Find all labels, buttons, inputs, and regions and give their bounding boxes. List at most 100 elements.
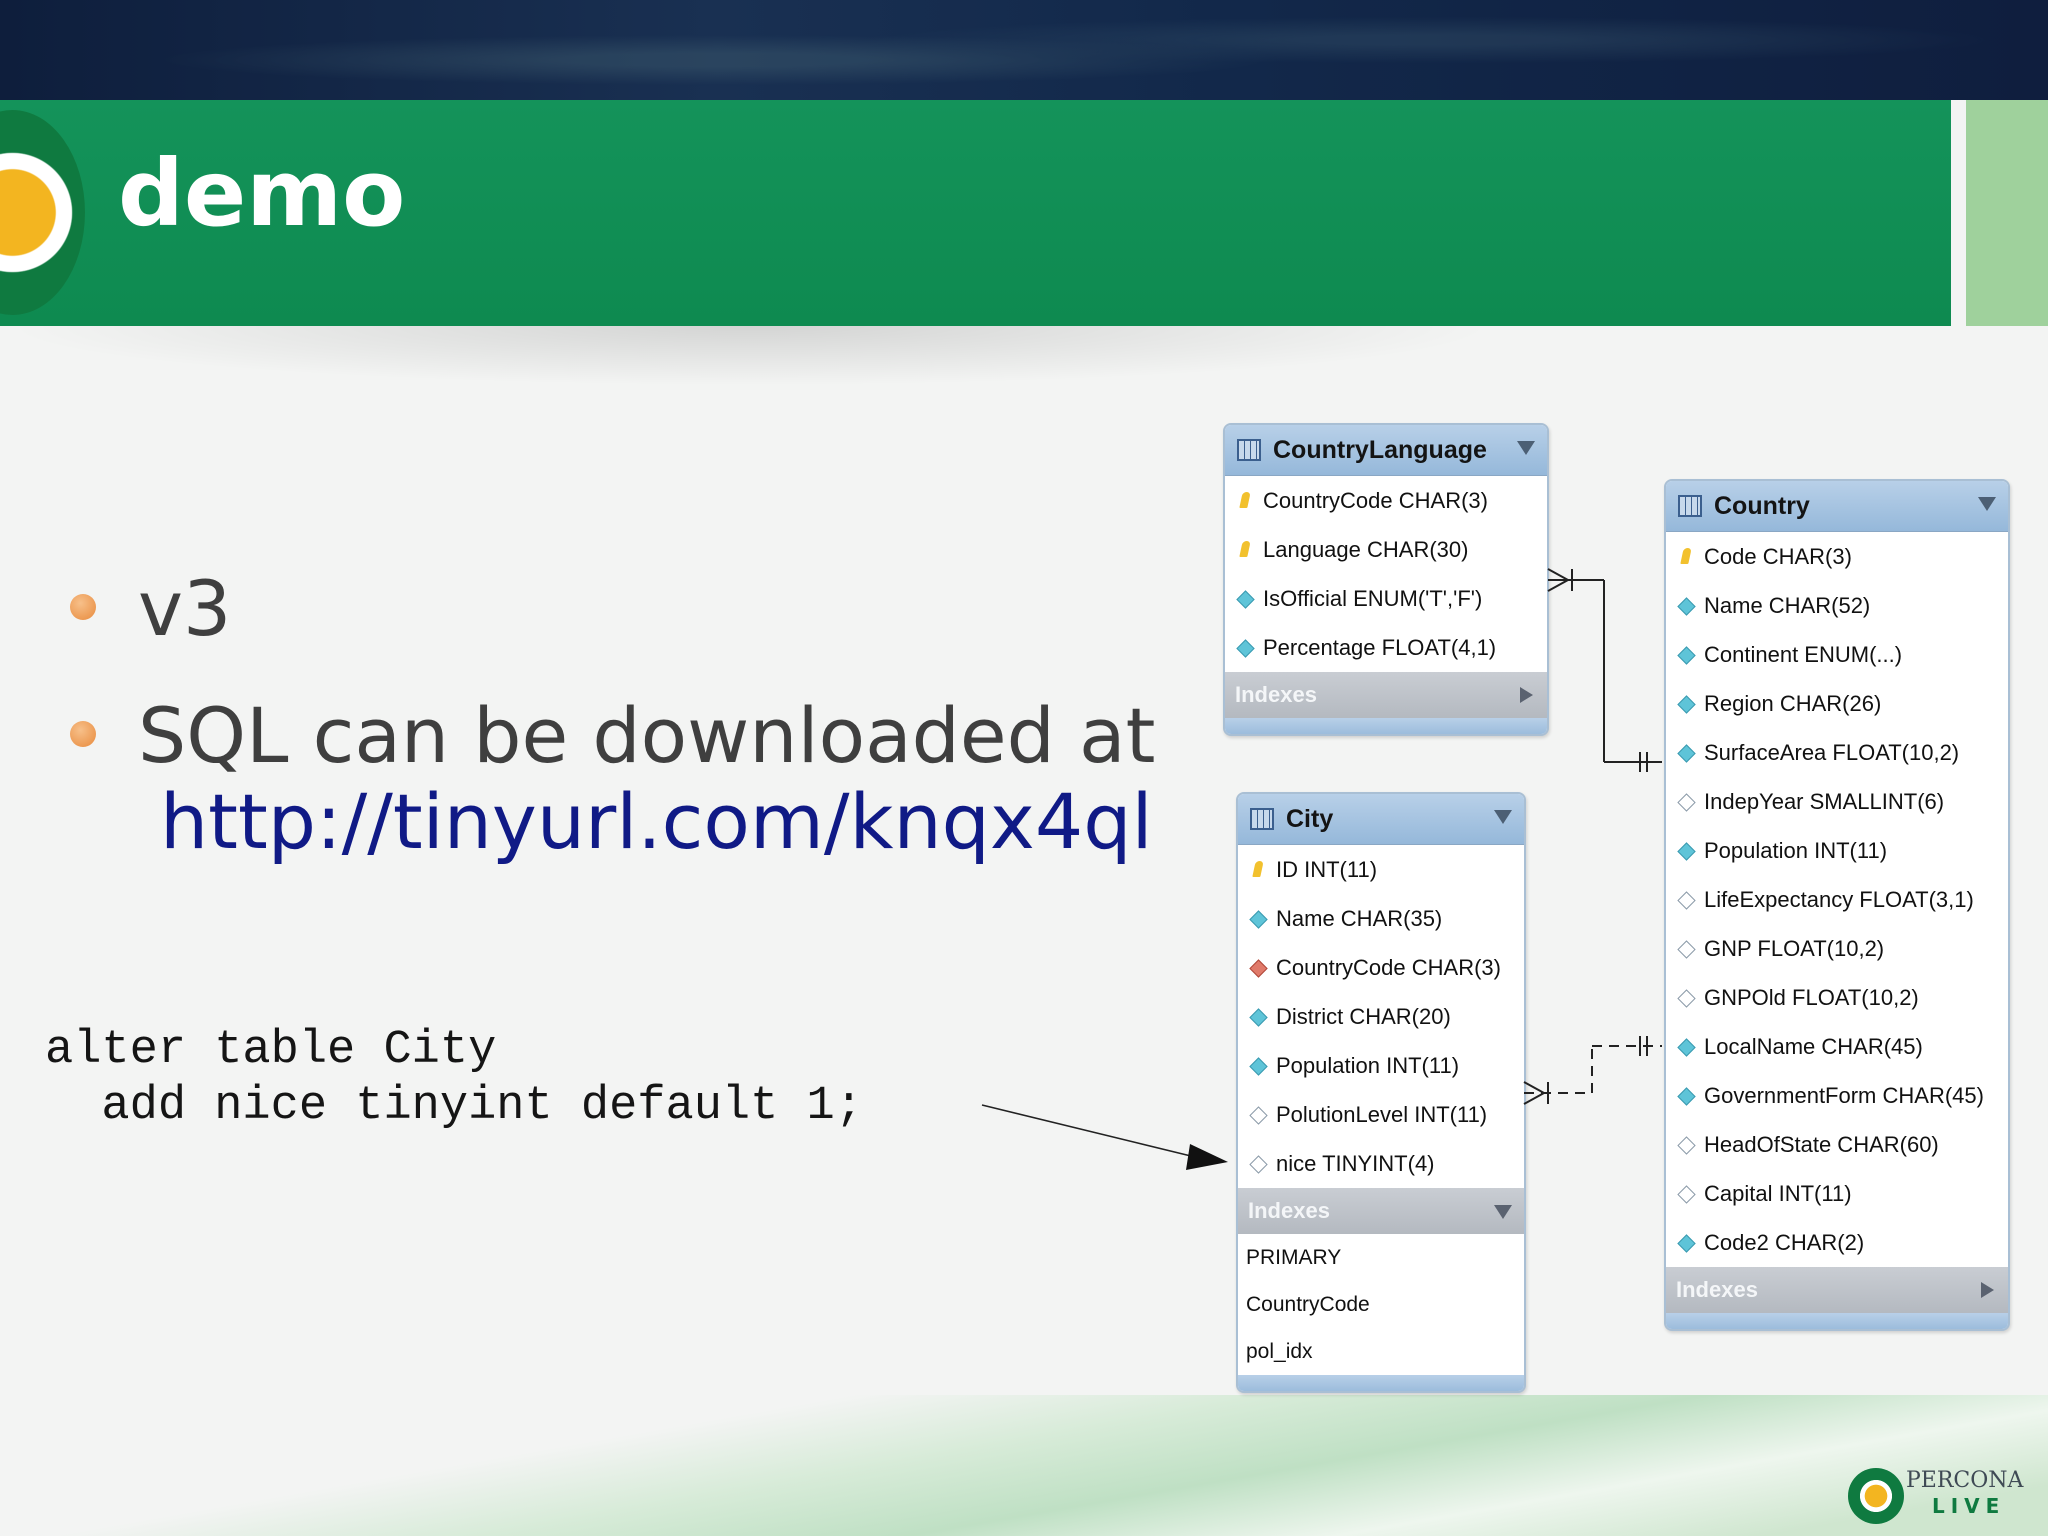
table-icon	[1678, 495, 1702, 517]
table-header[interactable]: Country	[1666, 481, 2008, 532]
table-city[interactable]: City ID INT(11) Name CHAR(35) CountryCode …	[1236, 792, 1526, 1393]
collapse-arrow-icon[interactable]	[1517, 441, 1535, 455]
nullable-column-icon	[1676, 936, 1696, 962]
collapse-arrow-icon[interactable]	[1494, 810, 1512, 824]
column-row[interactable]: Continent ENUM(...)	[1666, 630, 2008, 679]
column-icon	[1235, 586, 1255, 612]
indexes-section[interactable]: Indexes	[1225, 672, 1547, 718]
column-label: CountryCode CHAR(3)	[1276, 954, 1501, 980]
column-row[interactable]: Name CHAR(52)	[1666, 581, 2008, 630]
table-country[interactable]: Country Code CHAR(3) Name CHAR(52) Contine…	[1664, 479, 2010, 1331]
column-row[interactable]: nice TINYINT(4)	[1238, 1139, 1524, 1188]
index-row[interactable]: pol_idx	[1238, 1328, 1524, 1375]
column-icon	[1676, 1230, 1696, 1256]
column-row[interactable]: CountryCode CHAR(3)	[1238, 943, 1524, 992]
relationship-city-country	[1523, 1036, 1662, 1105]
foreign-key-icon	[1248, 955, 1268, 981]
column-label: Population INT(11)	[1704, 837, 1888, 863]
column-icon	[1676, 593, 1696, 619]
percona-live-logo-icon	[1848, 1468, 1904, 1524]
column-row[interactable]: PolutionLevel INT(11)	[1238, 1090, 1524, 1139]
column-label: Continent ENUM(...)	[1704, 641, 1903, 667]
column-label: PolutionLevel INT(11)	[1276, 1101, 1488, 1127]
primary-key-icon	[1235, 537, 1255, 563]
column-icon	[1248, 1053, 1268, 1079]
column-row[interactable]: Region CHAR(26)	[1666, 679, 2008, 728]
column-row[interactable]: Population INT(11)	[1238, 1041, 1524, 1090]
column-row[interactable]: Population INT(11)	[1666, 826, 2008, 875]
header-background	[0, 0, 2048, 100]
collapse-arrow-icon[interactable]	[1978, 497, 1996, 511]
table-countrylanguage[interactable]: CountryLanguage CountryCode CHAR(3) Langu…	[1223, 423, 1549, 736]
column-icon	[1676, 691, 1696, 717]
column-row[interactable]: GovernmentForm CHAR(45)	[1666, 1071, 2008, 1120]
column-icon	[1676, 838, 1696, 864]
column-row[interactable]: LifeExpectancy FLOAT(3,1)	[1666, 875, 2008, 924]
column-row[interactable]: Capital INT(11)	[1666, 1169, 2008, 1218]
column-row[interactable]: ID INT(11)	[1238, 845, 1524, 894]
table-footer	[1238, 1375, 1524, 1391]
column-label: IsOfficial ENUM('T','F')	[1263, 585, 1483, 611]
column-row[interactable]: GNPOld FLOAT(10,2)	[1666, 973, 2008, 1022]
column-row[interactable]: IsOfficial ENUM('T','F')	[1225, 574, 1547, 623]
table-footer	[1666, 1313, 2008, 1329]
indexes-section[interactable]: Indexes	[1666, 1267, 2008, 1313]
relationship-countrylanguage-country	[1547, 568, 1662, 772]
column-label: GovernmentForm CHAR(45)	[1704, 1082, 1984, 1108]
sql-code-line: add nice tinyint default 1;	[45, 1080, 863, 1133]
column-row[interactable]: Code2 CHAR(2)	[1666, 1218, 2008, 1267]
brand-subtitle: LIVE	[1932, 1494, 2006, 1518]
column-label: IndepYear SMALLINT(6)	[1704, 788, 1945, 814]
expand-arrow-icon[interactable]	[1520, 687, 1533, 703]
column-row[interactable]: GNP FLOAT(10,2)	[1666, 924, 2008, 973]
column-label: LocalName CHAR(45)	[1704, 1033, 1923, 1059]
nullable-column-icon	[1676, 1181, 1696, 1207]
brand-name: PERCONA	[1906, 1468, 2024, 1493]
nullable-column-icon	[1676, 789, 1696, 815]
column-icon	[1676, 1083, 1696, 1109]
column-row[interactable]: LocalName CHAR(45)	[1666, 1022, 2008, 1071]
column-row[interactable]: Language CHAR(30)	[1225, 525, 1547, 574]
column-row[interactable]: IndepYear SMALLINT(6)	[1666, 777, 2008, 826]
column-row[interactable]: District CHAR(20)	[1238, 992, 1524, 1041]
nullable-column-icon	[1676, 1132, 1696, 1158]
column-label: GNPOld FLOAT(10,2)	[1704, 984, 1919, 1010]
column-label: SurfaceArea FLOAT(10,2)	[1704, 739, 1960, 765]
column-label: Code CHAR(3)	[1704, 543, 1852, 569]
column-label: Region CHAR(26)	[1704, 690, 1882, 716]
bullet-text-version: v3	[138, 564, 232, 653]
index-row[interactable]: CountryCode	[1238, 1281, 1524, 1328]
column-label: LifeExpectancy FLOAT(3,1)	[1704, 886, 1974, 912]
table-icon	[1237, 439, 1261, 461]
indexes-section[interactable]: Indexes	[1238, 1188, 1524, 1234]
indexes-label: Indexes	[1235, 682, 1317, 707]
table-header[interactable]: City	[1238, 794, 1524, 845]
table-name: City	[1286, 804, 1334, 833]
column-icon	[1676, 1034, 1696, 1060]
column-label: Name CHAR(52)	[1704, 592, 1871, 618]
nullable-column-icon	[1248, 1102, 1268, 1128]
column-row[interactable]: CountryCode CHAR(3)	[1225, 476, 1547, 525]
expand-arrow-icon[interactable]	[1981, 1282, 1994, 1298]
table-header[interactable]: CountryLanguage	[1225, 425, 1547, 476]
column-label: Percentage FLOAT(4,1)	[1263, 634, 1497, 660]
column-row[interactable]: Name CHAR(35)	[1238, 894, 1524, 943]
index-row[interactable]: PRIMARY	[1238, 1234, 1524, 1281]
column-label: GNP FLOAT(10,2)	[1704, 935, 1885, 961]
column-icon	[1676, 740, 1696, 766]
column-label: Name CHAR(35)	[1276, 905, 1443, 931]
column-icon	[1235, 635, 1255, 661]
collapse-arrow-icon[interactable]	[1494, 1205, 1512, 1219]
column-label: HeadOfState CHAR(60)	[1704, 1131, 1939, 1157]
table-footer	[1225, 718, 1547, 734]
title-bar-accent	[1966, 100, 2048, 326]
primary-key-icon	[1235, 488, 1255, 514]
nullable-column-icon	[1676, 985, 1696, 1011]
column-row[interactable]: Percentage FLOAT(4,1)	[1225, 623, 1547, 672]
primary-key-icon	[1676, 544, 1696, 570]
footer-decoration	[0, 1395, 2048, 1536]
column-row[interactable]: Code CHAR(3)	[1666, 532, 2008, 581]
column-row[interactable]: SurfaceArea FLOAT(10,2)	[1666, 728, 2008, 777]
download-link[interactable]: http://tinyurl.com/knqx4ql	[160, 784, 1153, 860]
column-row[interactable]: HeadOfState CHAR(60)	[1666, 1120, 2008, 1169]
